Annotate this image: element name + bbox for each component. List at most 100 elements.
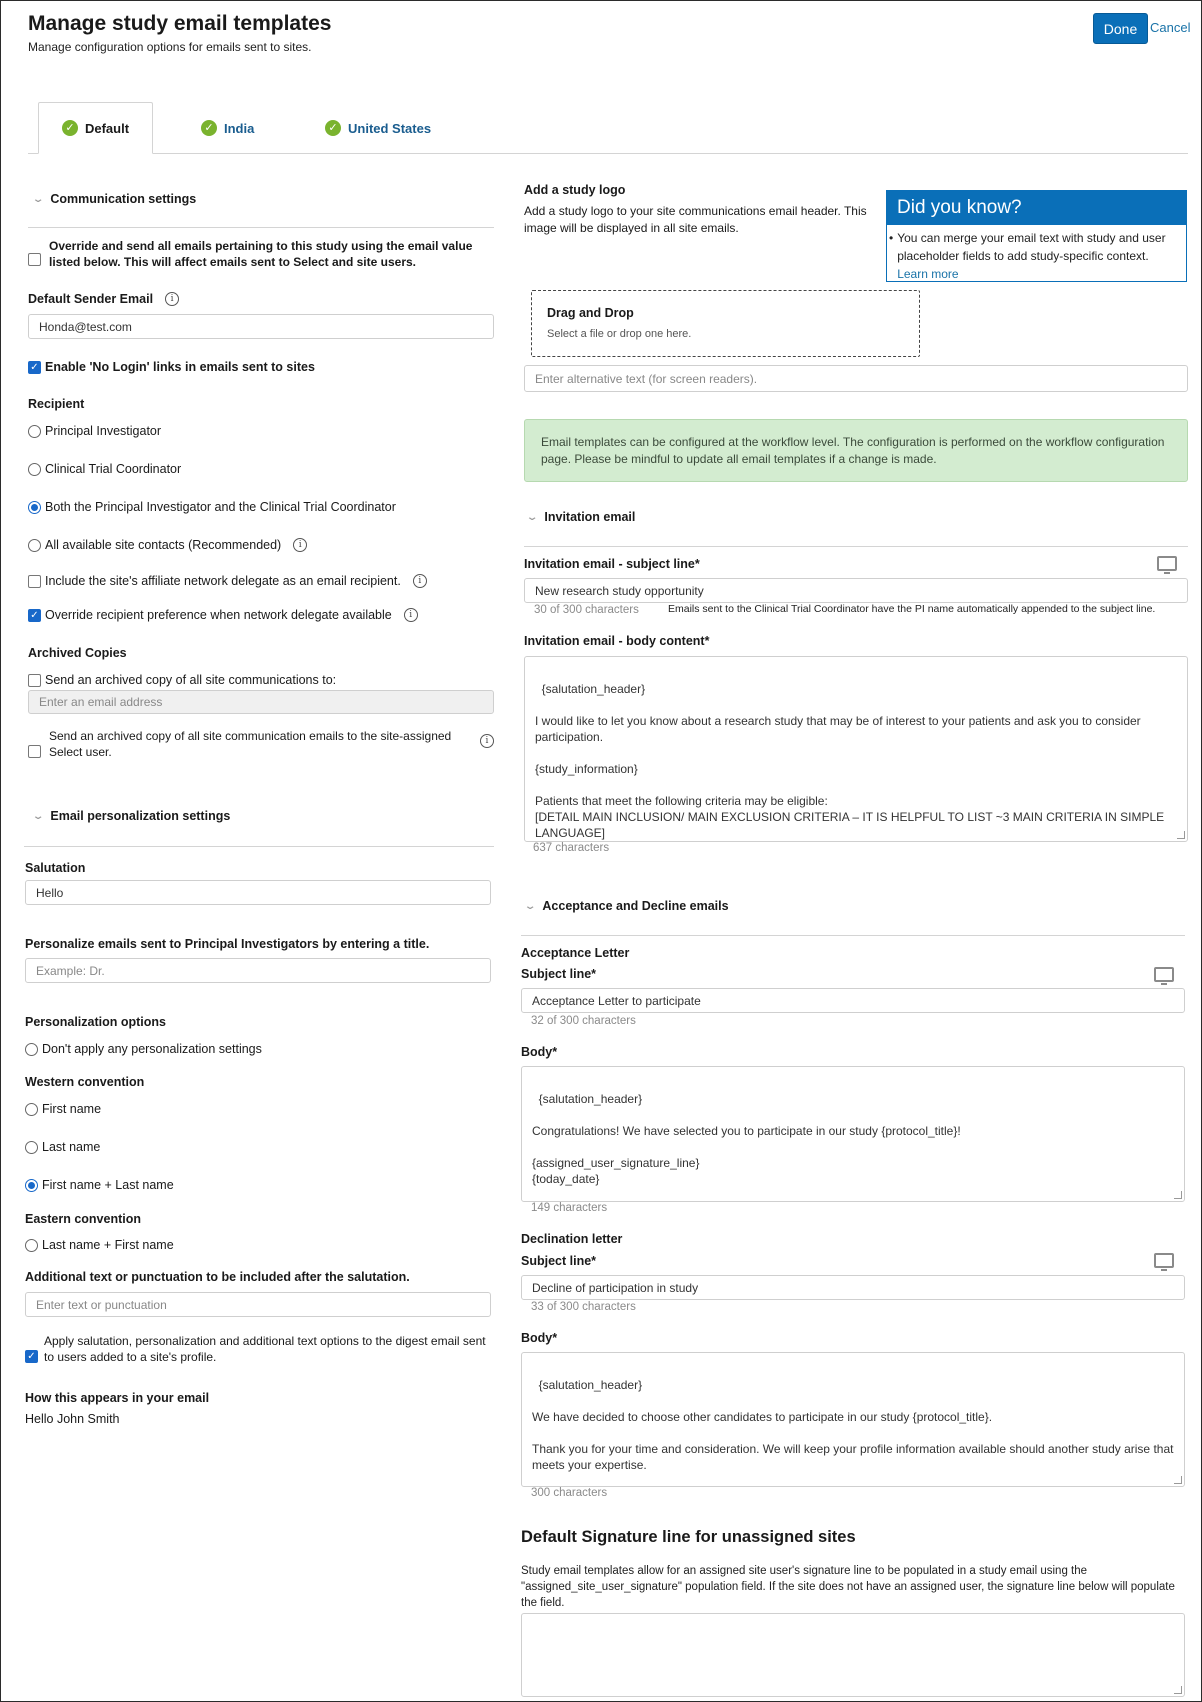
additional-text-input[interactable]: Enter text or punctuation (25, 1292, 491, 1317)
acceptance-body-label: Body* (521, 1045, 558, 1059)
override-pref-label: Override recipient preference when netwo… (45, 608, 392, 622)
radio-button[interactable] (28, 424, 41, 438)
apply-digest-checkbox[interactable]: ✓ (25, 1350, 38, 1363)
study-logo-heading: Add a study logo (524, 183, 626, 197)
invitation-body-textarea[interactable]: {salutation_header} I would like to let … (524, 656, 1188, 842)
override-pref-checkbox[interactable]: ✓ (28, 608, 41, 622)
personalization-option[interactable]: Last name (25, 1140, 100, 1154)
tab-label: India (224, 120, 255, 136)
signature-heading: Default Signature line for unassigned si… (521, 1528, 856, 1546)
divider (524, 546, 1188, 547)
acceptance-decline-toggle[interactable]: ⌄ Acceptance and Decline emails (523, 899, 729, 913)
no-login-label: Enable 'No Login' links in emails sent t… (45, 360, 315, 374)
archived-select-checkbox[interactable] (28, 745, 41, 758)
divider (24, 846, 494, 847)
decline-body-textarea[interactable]: {salutation_header} We have decided to c… (521, 1352, 1185, 1487)
chevron-down-icon: ⌄ (523, 900, 537, 912)
declination-letter-heading: Declination letter (521, 1232, 623, 1246)
resize-handle-icon[interactable] (1174, 1191, 1182, 1199)
did-you-know-body: • You can merge your email text with stu… (887, 225, 1186, 283)
acceptance-subject-input[interactable]: Acceptance Letter to participate (521, 988, 1185, 1013)
radio-button[interactable] (28, 538, 41, 552)
additional-text-label: Additional text or punctuation to be inc… (25, 1270, 410, 1284)
radio-button[interactable] (25, 1140, 38, 1154)
pi-title-input[interactable]: Example: Dr. (25, 958, 491, 983)
personalization-option[interactable]: Don't apply any personalization settings (25, 1042, 262, 1056)
acceptance-body-textarea[interactable]: {salutation_header} Congratulations! We … (521, 1066, 1185, 1202)
cancel-button[interactable]: Cancel (1150, 20, 1190, 35)
signature-textarea[interactable] (521, 1613, 1185, 1697)
section-heading: Email personalization settings (50, 809, 231, 823)
info-icon[interactable]: i (165, 292, 180, 306)
radio-button[interactable] (25, 1042, 38, 1056)
personalization-option[interactable]: First name + Last name (25, 1178, 174, 1192)
no-login-row: ✓ Enable 'No Login' links in emails sent… (28, 360, 315, 374)
radio-label: Clinical Trial Coordinator (45, 462, 182, 476)
tab-default[interactable]: ✓ Default (38, 102, 153, 154)
western-heading: Western convention (25, 1075, 145, 1089)
preview-monitor-icon[interactable] (1157, 556, 1177, 574)
section-heading: Invitation email (544, 510, 636, 524)
preview-monitor-icon[interactable] (1154, 967, 1174, 985)
personalization-option[interactable]: First name (25, 1102, 101, 1116)
info-icon[interactable]: i (480, 734, 494, 748)
tab-label: Default (84, 120, 130, 136)
recipient-option[interactable]: All available site contacts (Recommended… (28, 538, 308, 552)
sender-label-row: Default Sender Email i (28, 292, 180, 306)
apply-digest-label: Apply salutation, personalization and ad… (44, 1334, 486, 1364)
salutation-input[interactable]: Hello (25, 880, 491, 905)
recipient-option[interactable]: Both the Principal Investigator and the … (28, 500, 396, 514)
override-checkbox[interactable] (28, 253, 41, 266)
did-you-know-title: Did you know? (887, 191, 1186, 225)
acceptance-subject-label: Subject line* (521, 967, 597, 981)
workflow-notice: Email templates can be configured at the… (524, 419, 1188, 482)
info-icon[interactable]: i (412, 574, 427, 588)
radio-button[interactable] (28, 462, 41, 476)
chevron-down-icon: ⌄ (525, 511, 539, 523)
info-icon[interactable]: i (293, 538, 308, 552)
invitation-subject-input[interactable]: New research study opportunity (524, 578, 1188, 603)
invitation-subject-note: Emails sent to the Clinical Trial Coordi… (668, 603, 1156, 615)
decline-subject-label: Subject line* (521, 1254, 597, 1268)
radio-label: Don't apply any personalization settings (42, 1042, 262, 1056)
communication-settings-toggle[interactable]: ⌄ Communication settings (32, 192, 196, 206)
radio-label: Both the Principal Investigator and the … (45, 500, 396, 514)
decline-subject-input[interactable]: Decline of participation in study (521, 1275, 1185, 1300)
recipient-heading: Recipient (28, 397, 85, 411)
archived-email-input[interactable]: Enter an email address (28, 690, 494, 714)
archived-send-checkbox[interactable] (28, 673, 41, 687)
logo-dropzone[interactable]: Drag and Drop Select a file or drop one … (531, 290, 920, 357)
signature-description: Study email templates allow for an assig… (521, 1565, 1175, 1609)
radio-button[interactable] (25, 1178, 38, 1192)
resize-handle-icon[interactable] (1177, 831, 1185, 839)
tab-india[interactable]: ✓ India (201, 102, 254, 154)
no-login-checkbox[interactable]: ✓ (28, 360, 41, 374)
personalization-option[interactable]: Last name + First name (25, 1238, 174, 1252)
invitation-email-toggle[interactable]: ⌄ Invitation email (525, 510, 636, 524)
dropzone-title: Drag and Drop (547, 306, 634, 320)
recipient-option[interactable]: Principal Investigator (28, 424, 161, 438)
affiliate-checkbox[interactable] (28, 574, 41, 588)
done-button[interactable]: Done (1093, 13, 1148, 44)
info-icon[interactable]: i (403, 608, 418, 622)
learn-more-link[interactable]: Learn more (897, 267, 958, 281)
tab-united-states[interactable]: ✓ United States (325, 102, 431, 154)
radio-button[interactable] (28, 500, 41, 514)
pi-title-label: Personalize emails sent to Principal Inv… (25, 937, 430, 951)
resize-handle-icon[interactable] (1174, 1476, 1182, 1484)
resize-handle-icon[interactable] (1174, 1686, 1182, 1694)
personalization-settings-toggle[interactable]: ⌄ Email personalization settings (32, 809, 231, 823)
preview-monitor-icon[interactable] (1154, 1253, 1174, 1271)
archived-send-row: Send an archived copy of all site commun… (28, 673, 336, 687)
radio-label: Principal Investigator (45, 424, 162, 438)
recipient-option[interactable]: Clinical Trial Coordinator (28, 462, 181, 476)
decline-body-label: Body* (521, 1331, 558, 1345)
sender-email-input[interactable]: Honda@test.com (28, 314, 494, 339)
acceptance-subject-count: 32 of 300 characters (531, 1015, 636, 1027)
radio-button[interactable] (25, 1102, 38, 1116)
page-title: Manage study email templates (28, 12, 332, 35)
alt-text-input[interactable]: Enter alternative text (for screen reade… (524, 365, 1188, 392)
archived-select-row: Send an archived copy of all site commun… (28, 728, 494, 760)
radio-label: Last name (42, 1140, 101, 1154)
radio-button[interactable] (25, 1238, 38, 1252)
